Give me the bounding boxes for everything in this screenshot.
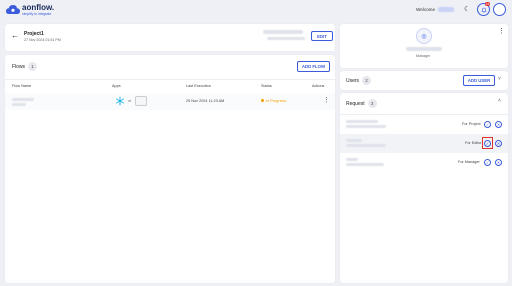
request-user-email (346, 163, 384, 166)
request-role: For Manager (458, 160, 480, 164)
close-icon: ✕ (496, 122, 501, 127)
col-flow-name: Flow Name (12, 84, 32, 88)
project-owner-email (267, 37, 305, 40)
flows-title: Flows (12, 63, 26, 70)
project-date: 27 Nov 2024 01:51 PM (24, 38, 61, 42)
app-link-icon: ⇄ (128, 98, 132, 103)
avatar[interactable] (493, 3, 506, 16)
status-text: In Progress (265, 98, 286, 103)
request-collapse-icon[interactable]: ˄ (498, 98, 501, 104)
last-execution-value: 25 Nov 2024 11:23 AM (186, 99, 225, 103)
users-card: Users 2 ADD USER ˅ (340, 71, 508, 90)
status-dot-icon (261, 99, 264, 102)
request-user-name (346, 120, 378, 123)
logo-tagline: simplify to integrate (22, 12, 52, 16)
col-last-execution: Last Execution (186, 84, 211, 88)
request-user-email (346, 125, 386, 128)
request-header: Request 3 (346, 99, 377, 108)
users-expand-icon[interactable]: ˅ (498, 76, 501, 82)
profile-name (406, 47, 442, 51)
back-arrow-icon[interactable]: ← (11, 31, 19, 40)
edit-project-button[interactable]: EDIT (311, 31, 333, 41)
close-icon: ✕ (496, 141, 501, 146)
reject-button[interactable]: ✕ (495, 140, 502, 147)
flows-header: Flows 1 (12, 62, 38, 71)
profile-role: Manager (416, 54, 431, 58)
request-card: Request 3 ˄ For Project ✓ ✕ For Editor ✓… (340, 93, 508, 283)
close-icon: ✕ (496, 160, 501, 165)
col-actions: Actions (312, 84, 325, 88)
list-item: For Project ✓ ✕ (340, 115, 508, 134)
cloud-logo-icon (6, 5, 20, 14)
approve-button[interactable]: ✓ (484, 121, 491, 128)
project-owner (263, 30, 303, 34)
flows-card: Flows 1 ADD FLOW Flow Name Apps Last Exe… (5, 55, 335, 283)
welcome-text: Welcome (416, 7, 436, 12)
profile-menu-icon[interactable]: ⋮ (498, 27, 505, 35)
notifications-button[interactable]: 15 (477, 2, 491, 16)
app-target-icon (135, 96, 147, 106)
list-item: For Manager ✓ ✕ (340, 153, 508, 172)
notification-badge: 15 (485, 2, 491, 6)
app-snowflake-icon (116, 96, 124, 106)
request-role: For Project (462, 122, 481, 126)
check-icon: ✓ (485, 160, 490, 165)
profile-avatar: ◎ (416, 28, 432, 44)
logo[interactable]: aonflow. simplify to integrate (6, 3, 66, 17)
users-title: Users (346, 77, 360, 84)
approve-button[interactable]: ✓ (484, 159, 491, 166)
reject-button[interactable]: ✕ (495, 159, 502, 166)
profile-card: ⋮ ◎ Manager (340, 24, 508, 68)
table-row[interactable]: ⇄ 25 Nov 2024 11:23 AM In Progress ⋮ (5, 93, 335, 110)
bell-icon (480, 7, 487, 13)
request-title: Request (346, 100, 365, 107)
col-apps: Apps (112, 84, 121, 88)
status-badge: In Progress (261, 98, 286, 103)
username (438, 7, 454, 12)
request-role: For Editor (465, 141, 482, 145)
flow-name (12, 98, 34, 101)
add-user-button[interactable]: ADD USER (463, 75, 495, 86)
request-count: 3 (367, 99, 377, 108)
row-actions-icon[interactable]: ⋮ (323, 96, 330, 104)
flow-id (12, 103, 26, 106)
check-icon: ✓ (485, 122, 490, 127)
request-user-name (346, 158, 358, 161)
list-item: For Editor ✓ ✕ (340, 134, 508, 153)
col-status: Status (261, 84, 272, 88)
request-user-name (346, 139, 362, 142)
reject-button[interactable]: ✕ (495, 121, 502, 128)
check-icon: ✓ (485, 141, 490, 146)
flows-count: 1 (28, 62, 38, 71)
project-name: Project1 (24, 31, 44, 37)
users-count: 2 (362, 76, 372, 85)
request-user-email (346, 144, 386, 147)
top-bar: aonflow. simplify to integrate Welcome ☾… (0, 0, 512, 20)
user-icon: ◎ (421, 33, 427, 40)
approve-button[interactable]: ✓ (484, 140, 491, 147)
theme-toggle-icon[interactable]: ☾ (464, 5, 470, 13)
logo-text: aonflow. (22, 3, 55, 12)
add-flow-button[interactable]: ADD FLOW (297, 61, 330, 72)
project-card: ← Project1 27 Nov 2024 01:51 PM EDIT (5, 24, 335, 51)
users-header: Users 2 (346, 76, 372, 85)
